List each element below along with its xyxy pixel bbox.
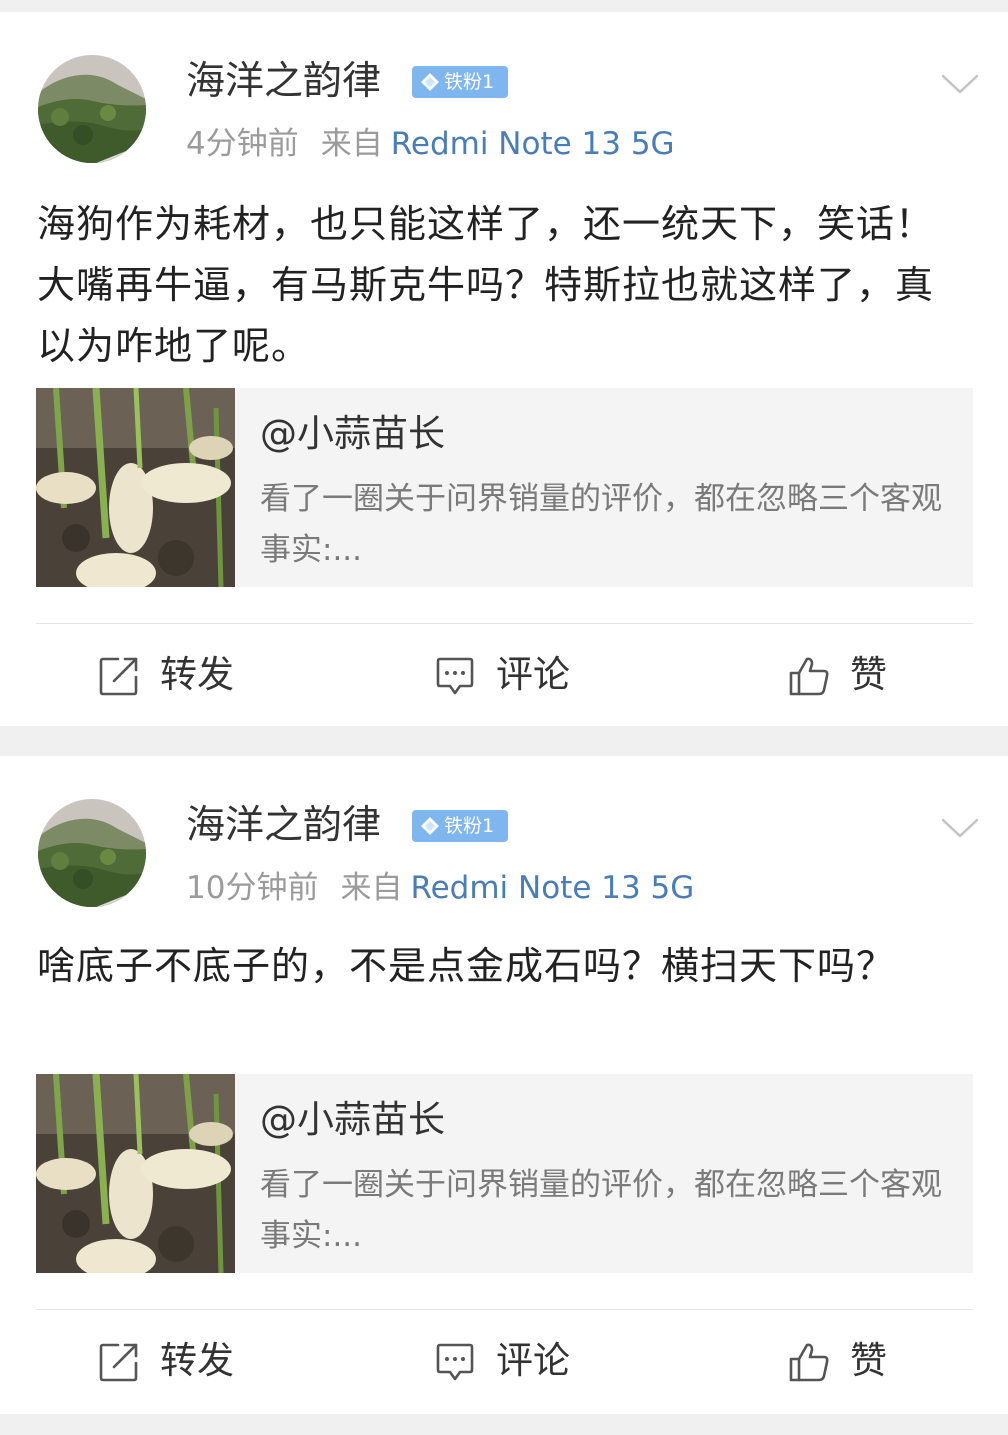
source-label: 来自 [320, 126, 383, 162]
source-device-link[interactable]: Redmi Note 13 5G [410, 870, 694, 906]
post-text: 海狗作为耗材，也只能这样了，还一统天下，笑话！大嘴再牛逼，有马斯克牛吗？特斯拉也… [37, 202, 935, 368]
post-time: 4分钟前 [186, 126, 299, 162]
source-label: 来自 [340, 870, 403, 906]
username[interactable]: 海洋之韵律 [186, 798, 381, 854]
weibo-post-card: 海洋之韵律 铁粉1 10分钟前 来自 Redmi Note 13 5G 啥底子不底子… [0, 756, 1008, 1414]
repost-text: 看了一圈关于问界销量的评价，都在忽略三个客观事实:... [260, 1167, 942, 1254]
avatar[interactable] [38, 55, 146, 163]
repost-text: 看了一圈关于问界销量的评价，都在忽略三个客观事实:... [260, 481, 942, 568]
feed-gap [0, 1414, 1008, 1435]
chevron-down-icon[interactable] [940, 72, 980, 98]
like-label: 赞 [850, 1339, 887, 1382]
repost-card[interactable]: @小蒜苗长 看了一圈关于问界销量的评价，都在忽略三个客观事实:... [36, 388, 973, 587]
comment-bubble-icon [436, 657, 474, 695]
fan-badge[interactable]: 铁粉1 [412, 66, 508, 98]
diamond-icon [421, 73, 439, 91]
badge-label: 铁粉1 [444, 71, 495, 93]
share-square-icon [99, 1343, 138, 1382]
thumbs-up-icon [789, 1343, 829, 1382]
divider [36, 1309, 973, 1310]
avatar[interactable] [38, 799, 146, 907]
post-meta: 10分钟前 来自 Redmi Note 13 5G [186, 866, 694, 910]
like-label: 赞 [850, 653, 887, 696]
comment-label: 评论 [496, 653, 570, 696]
repost-username[interactable]: @小蒜苗长 [260, 408, 445, 460]
forward-label: 转发 [160, 1339, 234, 1382]
weibo-post-card: 海洋之韵律 铁粉1 4分钟前 来自 Redmi Note 13 5G 海狗作为耗材，… [0, 12, 1008, 726]
forward-label: 转发 [160, 653, 234, 696]
share-square-icon [99, 657, 138, 696]
repost-card[interactable]: @小蒜苗长 看了一圈关于问界销量的评价，都在忽略三个客观事实:... [36, 1074, 973, 1273]
comment-bubble-icon [436, 1343, 474, 1381]
post-text: 啥底子不底子的，不是点金成石吗？横扫天下吗？ [37, 944, 896, 988]
repost-thumbnail [36, 388, 235, 587]
username[interactable]: 海洋之韵律 [186, 54, 381, 110]
repost-username[interactable]: @小蒜苗长 [260, 1094, 445, 1146]
repost-thumbnail [36, 1074, 235, 1273]
comment-label: 评论 [496, 1339, 570, 1382]
divider [36, 623, 973, 624]
diamond-icon [421, 817, 439, 835]
source-device-link[interactable]: Redmi Note 13 5G [391, 126, 675, 162]
post-time: 10分钟前 [186, 870, 319, 906]
chevron-down-icon[interactable] [940, 816, 980, 842]
fan-badge[interactable]: 铁粉1 [412, 810, 508, 842]
post-meta: 4分钟前 来自 Redmi Note 13 5G [186, 122, 675, 166]
badge-label: 铁粉1 [444, 815, 495, 837]
thumbs-up-icon [789, 657, 829, 696]
